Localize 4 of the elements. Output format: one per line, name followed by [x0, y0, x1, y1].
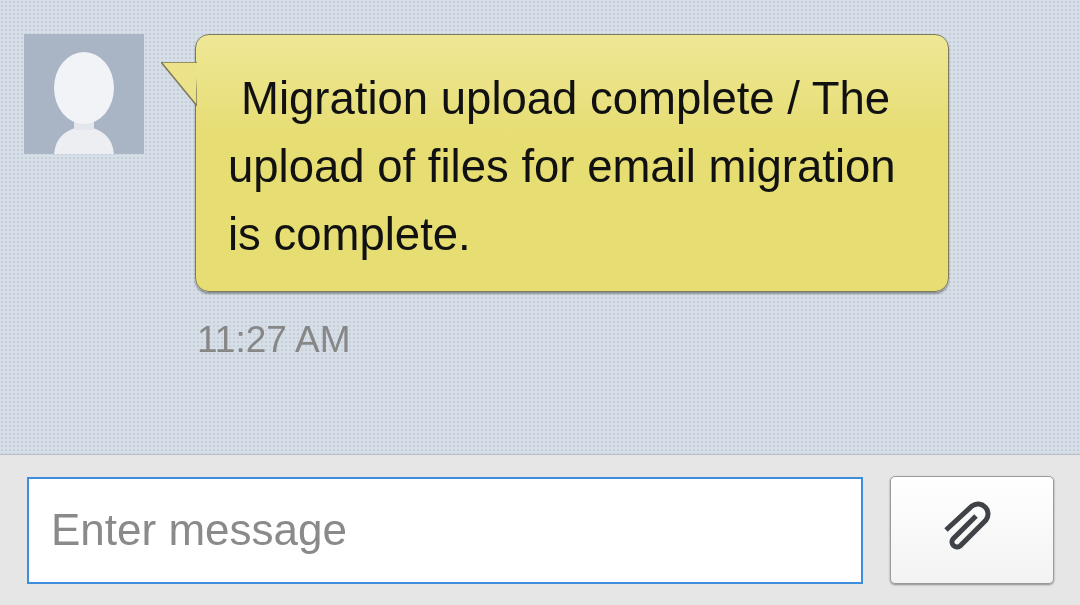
attach-button[interactable]	[890, 476, 1054, 584]
message-text: Migration upload complete / The upload of files for email migration is complete.	[228, 73, 896, 260]
message-field[interactable]: Enter message	[27, 476, 863, 584]
message-time: 11:27 AM	[197, 320, 351, 360]
